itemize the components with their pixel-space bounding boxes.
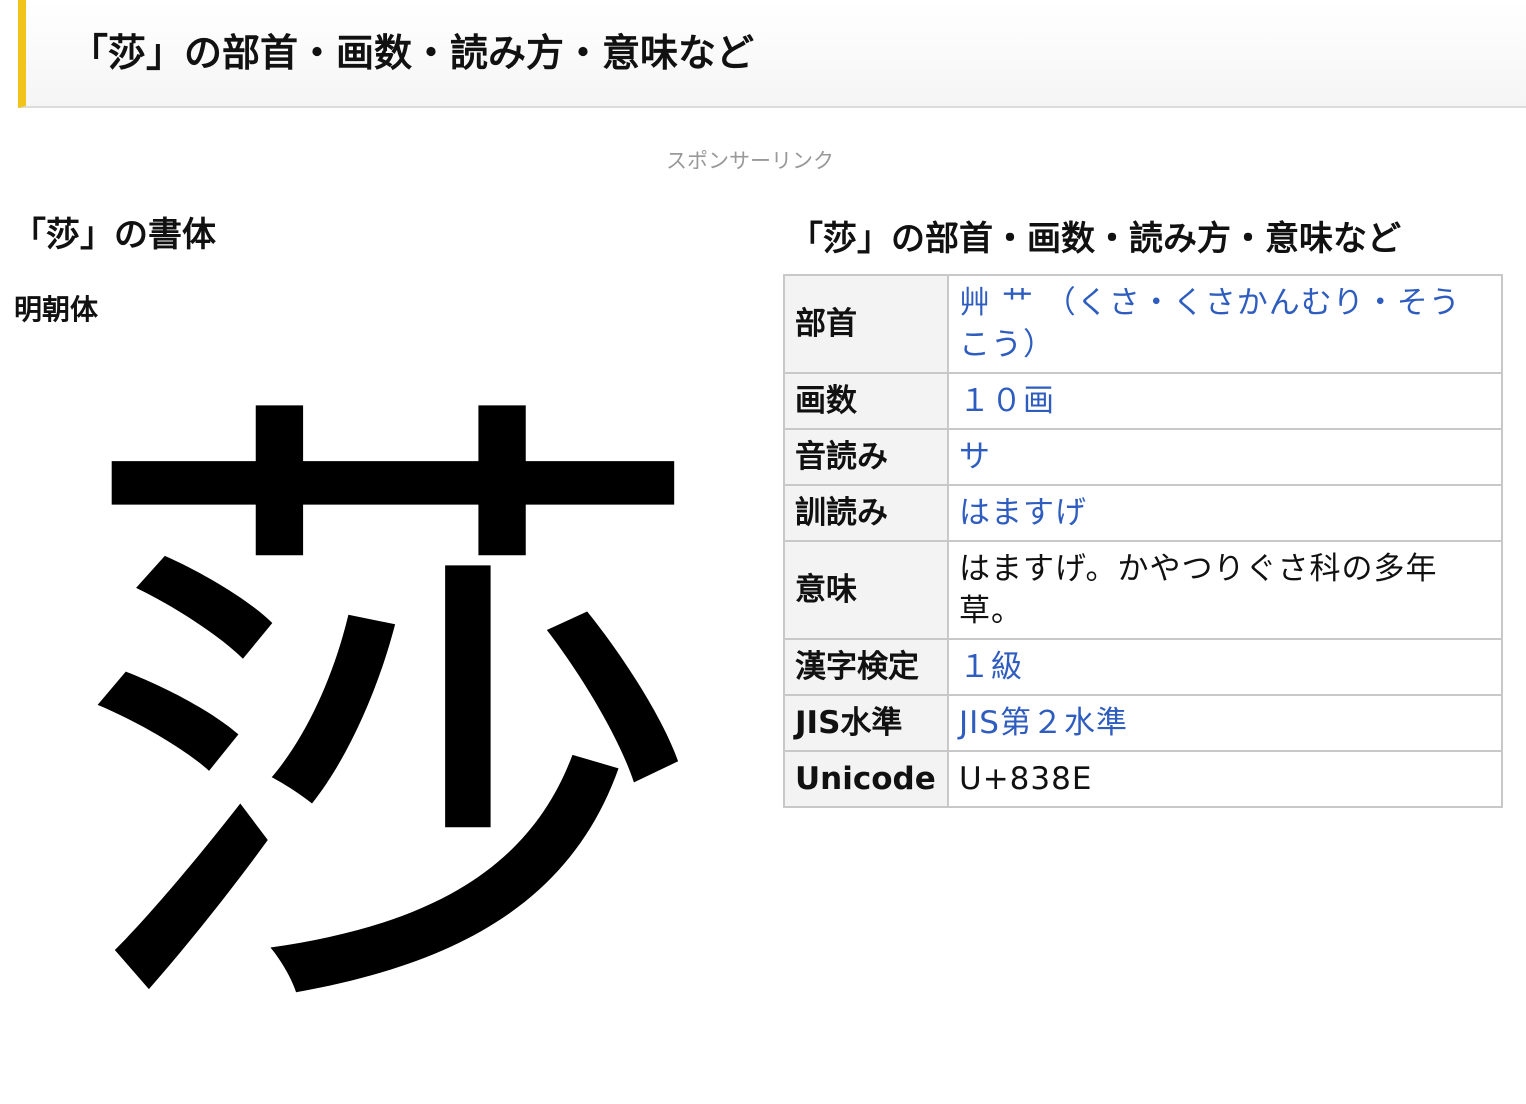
- table-row-kun-reading: 訓読み はますげ: [783, 484, 1503, 542]
- row-value-radical: 艸 艹 （くさ・くさかんむり・そうこう）: [947, 274, 1503, 374]
- row-label-kanken: 漢字検定: [783, 638, 949, 696]
- meaning-text: はますげ。かやつりぐさ科の多年草。: [959, 551, 1438, 629]
- kanji-display: 莎: [72, 382, 712, 1062]
- sponsored-links-label: スポンサーリンク: [666, 149, 834, 173]
- radical-link[interactable]: 艸 艹 （くさ・くさかんむり・そうこう）: [959, 285, 1461, 363]
- font-style-section: 「莎」の書体 明朝体: [12, 210, 752, 326]
- font-style-heading: 「莎」の書体: [12, 215, 216, 255]
- row-label-kun-reading: 訓読み: [783, 484, 949, 542]
- page-header: 「莎」の部首・画数・読み方・意味など: [18, 0, 1526, 108]
- table-row-on-reading: 音読み サ: [783, 428, 1503, 486]
- row-value-jis-level: JIS第２水準: [947, 694, 1503, 752]
- unicode-text: U+838E: [959, 761, 1093, 797]
- row-label-meaning: 意味: [783, 540, 949, 640]
- mincho-style-label: 明朝体: [14, 293, 99, 326]
- on-reading-link[interactable]: サ: [959, 439, 991, 475]
- kanji-info-section: 「莎」の部首・画数・読み方・意味など 部首 艸 艹 （くさ・くさかんむり・そうこ…: [783, 212, 1503, 808]
- table-row-jis-level: JIS水準 JIS第２水準: [783, 694, 1503, 752]
- table-row-kanken: 漢字検定 １級: [783, 638, 1503, 696]
- jis-level-link[interactable]: JIS第２水準: [959, 705, 1128, 741]
- row-value-kanken: １級: [947, 638, 1503, 696]
- kanji-info-table: 部首 艸 艹 （くさ・くさかんむり・そうこう） 画数 １０画 音読み サ 訓読み…: [783, 274, 1503, 808]
- page-title: 「莎」の部首・画数・読み方・意味など: [70, 31, 755, 75]
- kun-reading-link[interactable]: はますげ: [959, 495, 1087, 531]
- row-value-meaning: はますげ。かやつりぐさ科の多年草。: [947, 540, 1503, 640]
- table-row-stroke-count: 画数 １０画: [783, 372, 1503, 430]
- row-label-radical: 部首: [783, 274, 949, 374]
- kanji-info-heading: 「莎」の部首・画数・読み方・意味など: [789, 219, 1401, 259]
- kanken-link[interactable]: １級: [959, 649, 1023, 685]
- table-row-unicode: Unicode U+838E: [783, 750, 1503, 808]
- row-label-unicode: Unicode: [783, 750, 949, 808]
- row-label-jis-level: JIS水準: [783, 694, 949, 752]
- row-label-on-reading: 音読み: [783, 428, 949, 486]
- row-value-kun-reading: はますげ: [947, 484, 1503, 542]
- row-value-unicode: U+838E: [947, 750, 1503, 808]
- row-value-on-reading: サ: [947, 428, 1503, 486]
- stroke-count-link[interactable]: １０画: [959, 383, 1055, 419]
- row-value-stroke-count: １０画: [947, 372, 1503, 430]
- row-label-stroke-count: 画数: [783, 372, 949, 430]
- table-row-meaning: 意味 はますげ。かやつりぐさ科の多年草。: [783, 540, 1503, 640]
- table-row-radical: 部首 艸 艹 （くさ・くさかんむり・そうこう）: [783, 274, 1503, 374]
